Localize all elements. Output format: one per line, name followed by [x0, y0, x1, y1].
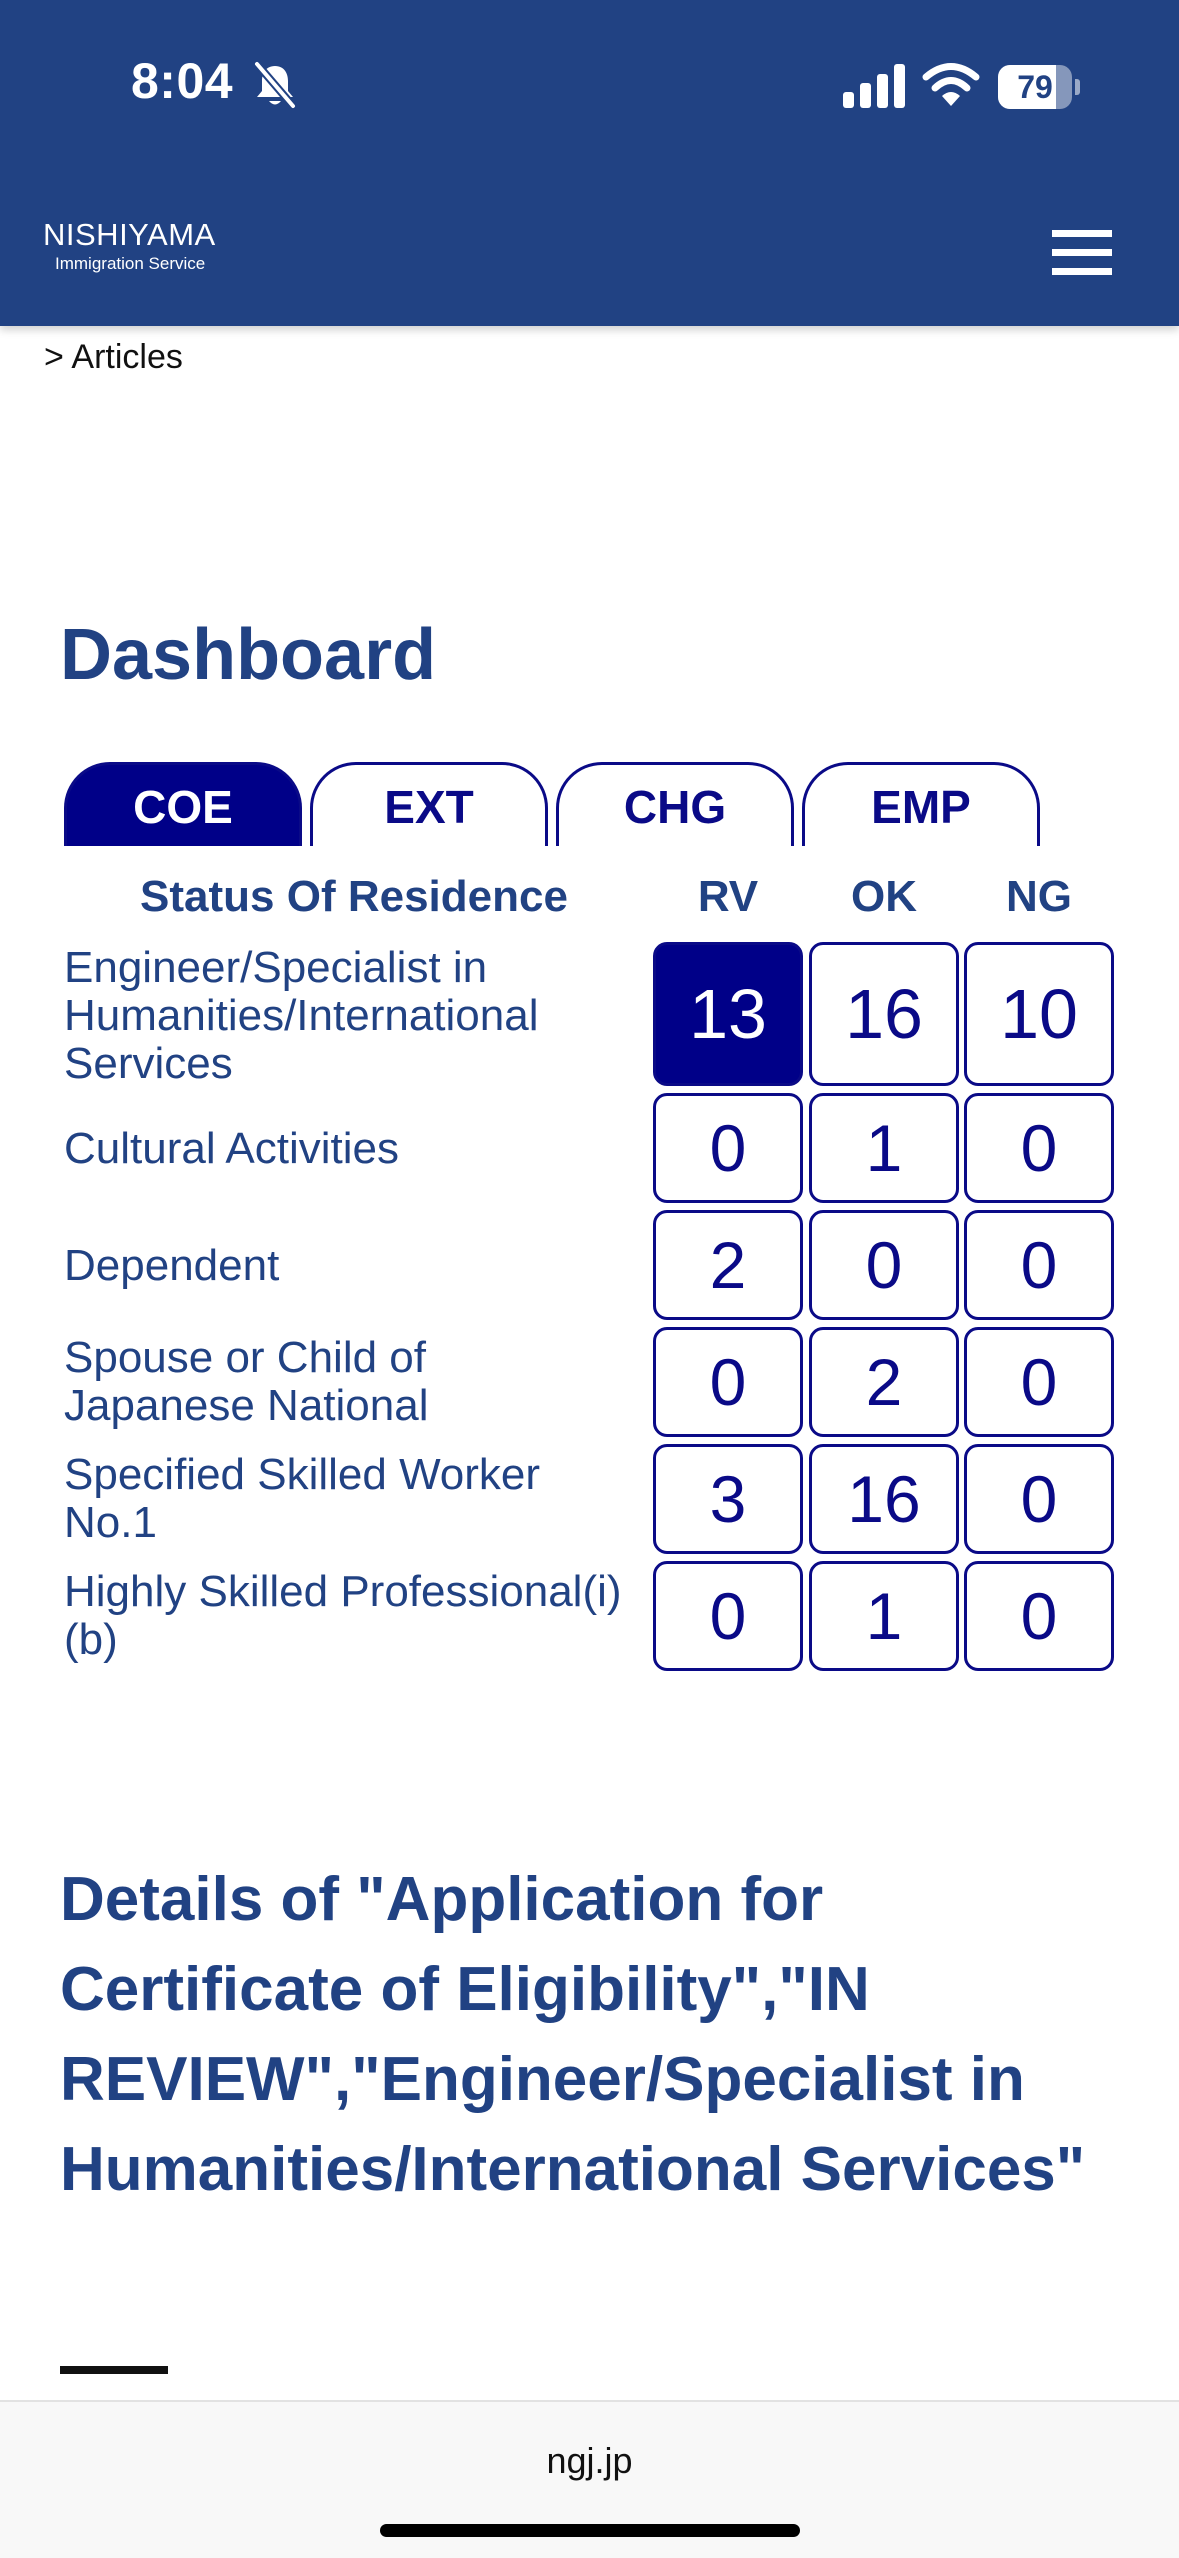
cell-rv-engineer-specialist[interactable]: 13	[653, 942, 803, 1086]
row-label-engineer-specialist: Engineer/Specialist in Humanities/Intern…	[64, 943, 539, 1088]
menu-bar-top	[1052, 230, 1112, 237]
cell-rv-spouse-child-japanese[interactable]: 0	[653, 1327, 803, 1437]
dashboard-title: Dashboard	[60, 615, 437, 695]
tab-coe[interactable]: COE	[64, 762, 302, 846]
cell-ng-spouse-child-japanese[interactable]: 0	[964, 1327, 1114, 1437]
column-header-status: Status Of Residence	[140, 872, 568, 921]
tab-ext[interactable]: EXT	[310, 762, 548, 846]
site-logo[interactable]: NISHIYAMA Immigration Service	[43, 218, 216, 276]
cell-ng-dependent[interactable]: 0	[964, 1210, 1114, 1320]
cell-ok-dependent[interactable]: 0	[809, 1210, 959, 1320]
hamburger-menu-icon[interactable]	[1052, 230, 1112, 276]
site-header: 8:04 79 NISHIYAMA Immigration Service	[0, 0, 1179, 326]
column-header-rv: RV	[697, 872, 759, 921]
bell-slash-icon	[253, 61, 297, 109]
cell-rv-specified-skilled-worker[interactable]: 3	[653, 1444, 803, 1554]
breadcrumb[interactable]: > Articles	[44, 338, 183, 377]
battery-icon: 79	[998, 65, 1080, 109]
row-label-dependent: Dependent	[64, 1241, 280, 1290]
row-label-highly-skilled-professional: Highly Skilled Professional(i)(b)	[64, 1567, 622, 1664]
cell-ok-engineer-specialist[interactable]: 16	[809, 942, 959, 1086]
battery-nub	[1075, 79, 1080, 95]
column-header-ng: NG	[1006, 872, 1072, 921]
cell-ok-cultural-activities[interactable]: 1	[809, 1093, 959, 1203]
cellular-signal-icon	[843, 64, 905, 108]
cell-rv-dependent[interactable]: 2	[653, 1210, 803, 1320]
wifi-icon	[922, 63, 980, 106]
logo-subtitle: Immigration Service	[55, 254, 206, 273]
menu-bar-bottom	[1052, 268, 1112, 275]
row-label-specified-skilled-worker: Specified Skilled Worker No.1	[64, 1450, 541, 1547]
battery-percent: 79	[1017, 69, 1053, 105]
cell-ok-specified-skilled-worker[interactable]: 16	[809, 1444, 959, 1554]
logo-title: NISHIYAMA	[43, 217, 216, 252]
details-heading: Details of "Application for Certificate …	[60, 1865, 1086, 2204]
row-label-spouse-child-japanese: Spouse or Child of Japanese National	[64, 1333, 429, 1430]
cell-ng-highly-skilled-professional[interactable]: 0	[964, 1561, 1114, 1671]
cell-rv-cultural-activities[interactable]: 0	[653, 1093, 803, 1203]
cell-ok-spouse-child-japanese[interactable]: 2	[809, 1327, 959, 1437]
cell-ok-highly-skilled-professional[interactable]: 1	[809, 1561, 959, 1671]
url-text[interactable]: ngj.jp	[0, 2440, 1179, 2482]
cell-rv-highly-skilled-professional[interactable]: 0	[653, 1561, 803, 1671]
tab-emp[interactable]: EMP	[802, 762, 1040, 846]
cell-ng-cultural-activities[interactable]: 0	[964, 1093, 1114, 1203]
column-header-ok: OK	[851, 872, 917, 921]
row-label-cultural-activities: Cultural Activities	[64, 1124, 400, 1173]
menu-bar-middle	[1052, 249, 1112, 256]
heading-underline	[60, 2366, 168, 2374]
cell-ng-engineer-specialist[interactable]: 10	[964, 942, 1114, 1086]
home-indicator[interactable]	[380, 2524, 800, 2537]
status-time: 8:04	[131, 53, 234, 109]
cell-ng-specified-skilled-worker[interactable]: 0	[964, 1444, 1114, 1554]
battery-shell: 79	[998, 65, 1072, 109]
tab-chg[interactable]: CHG	[556, 762, 794, 846]
browser-address-bar: ngj.jp	[0, 2400, 1179, 2558]
